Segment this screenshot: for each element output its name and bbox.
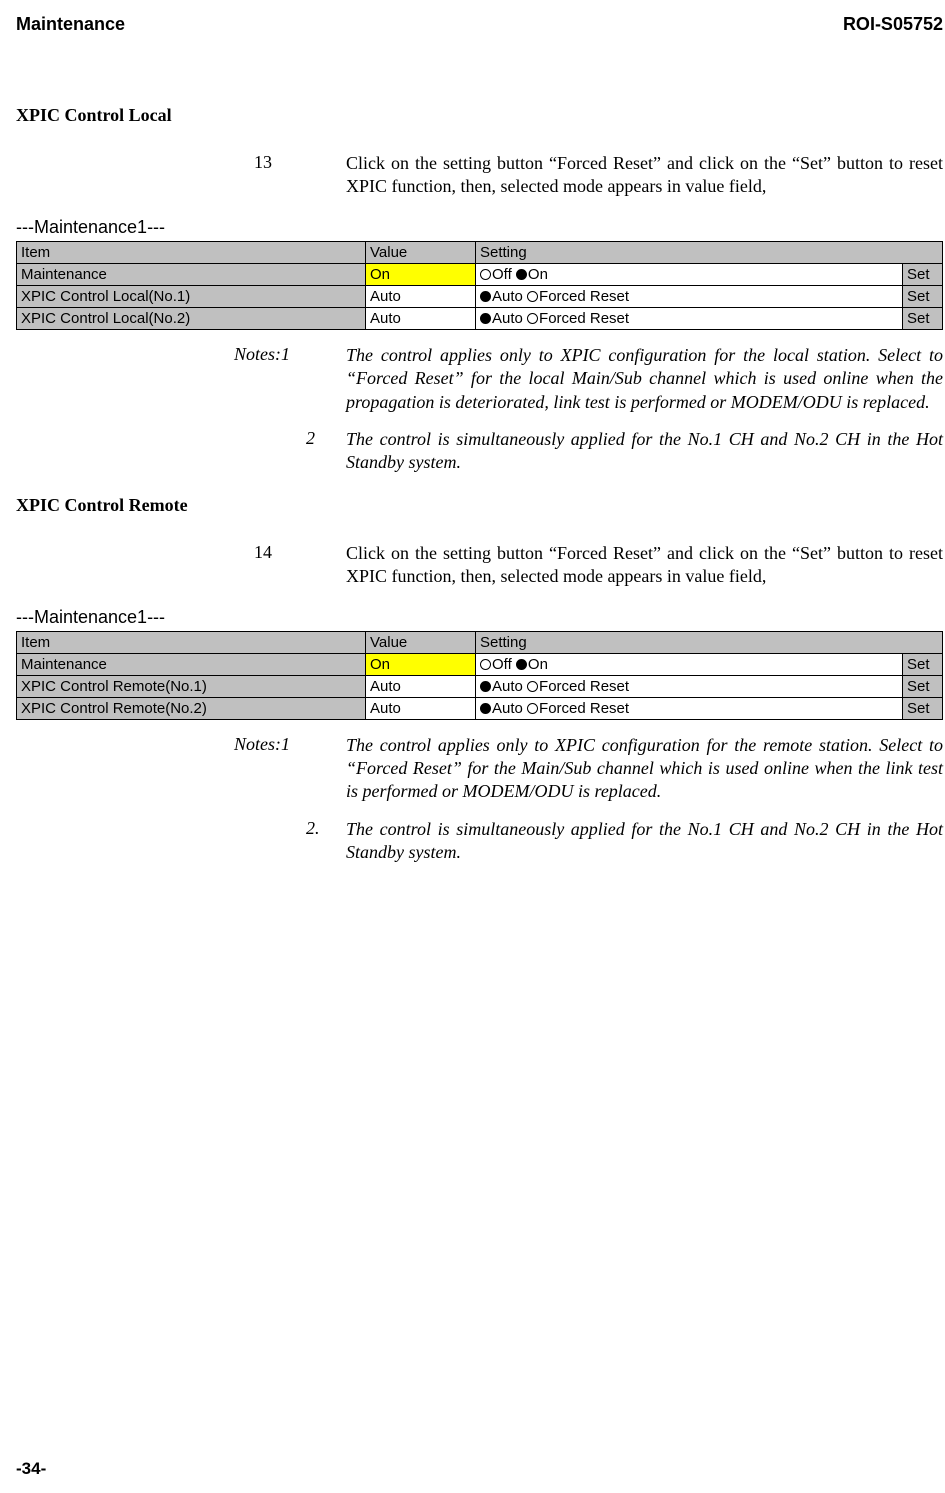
radio-label-on: On bbox=[528, 266, 548, 283]
cell-item: XPIC Control Remote(No.1) bbox=[17, 675, 366, 697]
cell-setting: Off On bbox=[476, 653, 903, 675]
th-setting: Setting bbox=[476, 631, 903, 653]
table-row: XPIC Control Remote(No.1) Auto Auto Forc… bbox=[17, 675, 943, 697]
step-number: 14 bbox=[254, 542, 346, 589]
table-row: Maintenance On Off On Set bbox=[17, 263, 943, 285]
notes-label: Notes:1 bbox=[234, 344, 306, 414]
cell-value: On bbox=[366, 653, 476, 675]
step-row: 14 Click on the setting button “Forced R… bbox=[254, 542, 943, 589]
cell-setting: Off On bbox=[476, 263, 903, 285]
cell-value: Auto bbox=[366, 285, 476, 307]
radio-forced-icon[interactable] bbox=[527, 313, 538, 324]
set-button[interactable]: Set bbox=[903, 675, 943, 697]
table-label: ---Maintenance1--- bbox=[16, 607, 943, 628]
notes-text: The control applies only to XPIC configu… bbox=[346, 734, 943, 804]
radio-off-icon[interactable] bbox=[480, 269, 491, 280]
radio-auto-icon[interactable] bbox=[480, 291, 491, 302]
cell-item: Maintenance bbox=[17, 653, 366, 675]
step-number: 13 bbox=[254, 152, 346, 199]
notes-text: The control is simultaneously applied fo… bbox=[346, 428, 943, 475]
th-value: Value bbox=[366, 631, 476, 653]
th-item: Item bbox=[17, 631, 366, 653]
maintenance-table-remote: Item Value Setting Maintenance On Off On… bbox=[16, 631, 943, 720]
set-button[interactable]: Set bbox=[903, 307, 943, 329]
set-button[interactable]: Set bbox=[903, 285, 943, 307]
radio-forced-icon[interactable] bbox=[527, 681, 538, 692]
notes-num bbox=[306, 344, 346, 414]
radio-label-forced: Forced Reset bbox=[539, 288, 629, 305]
radio-forced-icon[interactable] bbox=[527, 291, 538, 302]
cell-item: XPIC Control Local(No.2) bbox=[17, 307, 366, 329]
radio-label-off: Off bbox=[492, 656, 512, 673]
cell-setting: Auto Forced Reset bbox=[476, 285, 903, 307]
cell-value: Auto bbox=[366, 675, 476, 697]
radio-on-icon[interactable] bbox=[516, 659, 527, 670]
radio-label-forced: Forced Reset bbox=[539, 678, 629, 695]
radio-label-forced: Forced Reset bbox=[539, 700, 629, 717]
radio-label-auto: Auto bbox=[492, 288, 523, 305]
set-button[interactable]: Set bbox=[903, 653, 943, 675]
notes-label bbox=[234, 818, 306, 865]
table-row: XPIC Control Local(No.2) Auto Auto Force… bbox=[17, 307, 943, 329]
cell-setting: Auto Forced Reset bbox=[476, 697, 903, 719]
cell-item: XPIC Control Local(No.1) bbox=[17, 285, 366, 307]
section-heading-local: XPIC Control Local bbox=[16, 105, 943, 126]
cell-setting: Auto Forced Reset bbox=[476, 307, 903, 329]
radio-label-on: On bbox=[528, 656, 548, 673]
notes-row: 2 The control is simultaneously applied … bbox=[234, 428, 943, 475]
table-row: XPIC Control Local(No.1) Auto Auto Force… bbox=[17, 285, 943, 307]
step-text: Click on the setting button “Forced Rese… bbox=[346, 542, 943, 589]
cell-item: Maintenance bbox=[17, 263, 366, 285]
radio-label-auto: Auto bbox=[492, 678, 523, 695]
cell-value: Auto bbox=[366, 307, 476, 329]
notes-row: Notes:1 The control applies only to XPIC… bbox=[234, 344, 943, 414]
notes-num: 2. bbox=[306, 818, 346, 865]
table-row: Maintenance On Off On Set bbox=[17, 653, 943, 675]
th-value: Value bbox=[366, 241, 476, 263]
th-set-blank bbox=[903, 241, 943, 263]
th-set-blank bbox=[903, 631, 943, 653]
radio-label-auto: Auto bbox=[492, 310, 523, 327]
cell-value: On bbox=[366, 263, 476, 285]
radio-label-forced: Forced Reset bbox=[539, 310, 629, 327]
radio-auto-icon[interactable] bbox=[480, 313, 491, 324]
notes-row: Notes:1 The control applies only to XPIC… bbox=[234, 734, 943, 804]
notes-label bbox=[234, 428, 306, 475]
radio-on-icon[interactable] bbox=[516, 269, 527, 280]
page-header: Maintenance ROI-S05752 bbox=[16, 14, 943, 35]
radio-auto-icon[interactable] bbox=[480, 681, 491, 692]
step-text: Click on the setting button “Forced Rese… bbox=[346, 152, 943, 199]
cell-item: XPIC Control Remote(No.2) bbox=[17, 697, 366, 719]
set-button[interactable]: Set bbox=[903, 697, 943, 719]
table-label: ---Maintenance1--- bbox=[16, 217, 943, 238]
th-item: Item bbox=[17, 241, 366, 263]
section-heading-remote: XPIC Control Remote bbox=[16, 495, 943, 516]
radio-label-auto: Auto bbox=[492, 700, 523, 717]
notes-num bbox=[306, 734, 346, 804]
th-setting: Setting bbox=[476, 241, 903, 263]
cell-setting: Auto Forced Reset bbox=[476, 675, 903, 697]
page-footer: -34- bbox=[16, 1459, 46, 1479]
radio-label-off: Off bbox=[492, 266, 512, 283]
cell-value: Auto bbox=[366, 697, 476, 719]
step-row: 13 Click on the setting button “Forced R… bbox=[254, 152, 943, 199]
notes-label: Notes:1 bbox=[234, 734, 306, 804]
radio-off-icon[interactable] bbox=[480, 659, 491, 670]
maintenance-table-local: Item Value Setting Maintenance On Off On… bbox=[16, 241, 943, 330]
table-row: XPIC Control Remote(No.2) Auto Auto Forc… bbox=[17, 697, 943, 719]
set-button[interactable]: Set bbox=[903, 263, 943, 285]
radio-forced-icon[interactable] bbox=[527, 703, 538, 714]
radio-auto-icon[interactable] bbox=[480, 703, 491, 714]
notes-row: 2. The control is simultaneously applied… bbox=[234, 818, 943, 865]
header-left: Maintenance bbox=[16, 14, 125, 35]
header-right: ROI-S05752 bbox=[843, 14, 943, 35]
notes-text: The control is simultaneously applied fo… bbox=[346, 818, 943, 865]
notes-text: The control applies only to XPIC configu… bbox=[346, 344, 943, 414]
notes-num: 2 bbox=[306, 428, 346, 475]
